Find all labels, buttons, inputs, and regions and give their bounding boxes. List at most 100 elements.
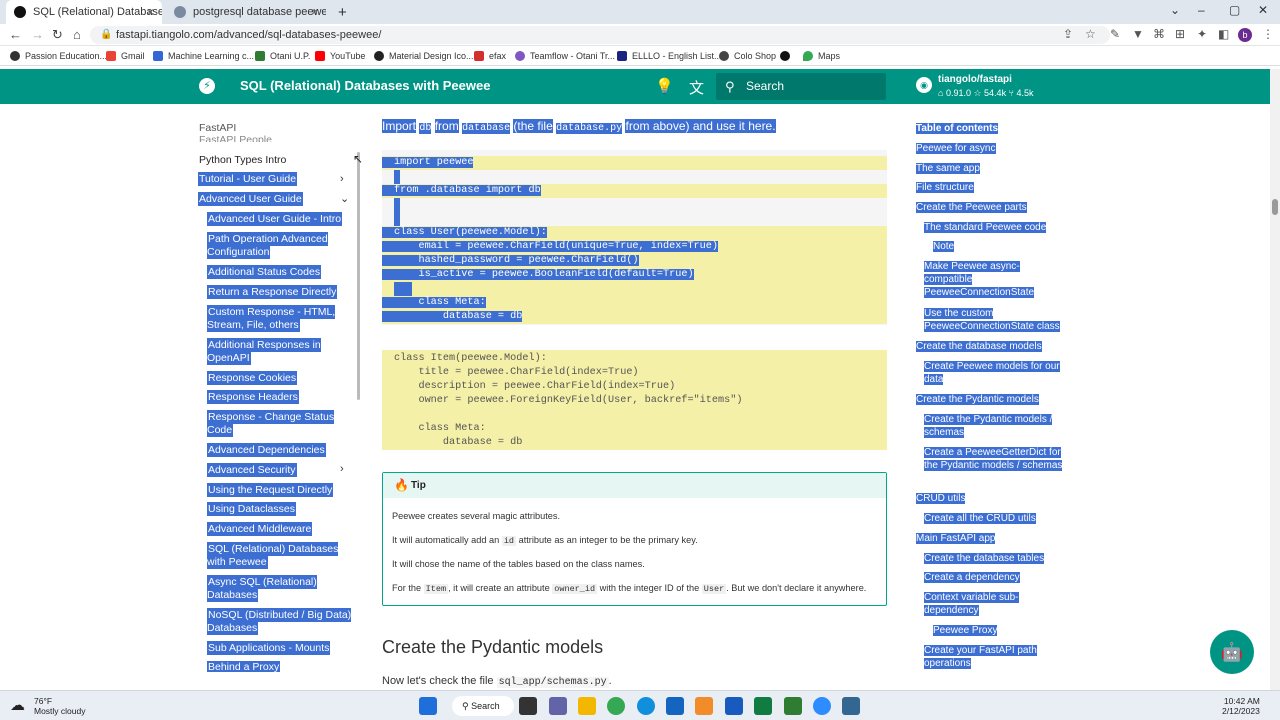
toc-item[interactable]: Note (933, 240, 955, 253)
translate-icon[interactable]: 文 (689, 77, 704, 98)
chrome-icon[interactable] (607, 697, 625, 715)
close-tab-icon[interactable]: × (147, 5, 154, 19)
toc-item[interactable]: Context variable sub-dependency (924, 591, 1034, 617)
chevron-right-icon[interactable]: › (340, 463, 344, 475)
sidebar-item-advanced-security[interactable]: Advanced Security (207, 463, 297, 477)
excel-icon[interactable] (754, 697, 772, 715)
toc-item[interactable]: Create the Peewee parts (916, 201, 1027, 214)
sidebar-item-advanced-intro[interactable]: Advanced User Guide - Intro (207, 212, 343, 226)
fastapi-logo-icon[interactable]: ⚡ (199, 78, 215, 94)
sidebar-item-additional-responses[interactable]: Additional Responses in OpenAPI (207, 338, 342, 365)
forward-icon[interactable]: → (31, 27, 44, 42)
bookmark-item[interactable]: ELLLO - English List... (617, 51, 722, 61)
toc-item[interactable]: The same app (916, 162, 980, 175)
toc-item[interactable]: File structure (916, 181, 974, 194)
back-icon[interactable]: ← (9, 27, 22, 42)
page-scrollbar[interactable] (1270, 69, 1280, 690)
sidebar-item-nosql[interactable]: NoSQL (Distributed / Big Data) Databases (207, 608, 352, 635)
toc-item[interactable]: Create Peewee models for our data (924, 360, 1066, 386)
sidebar-item-advanced-dependencies[interactable]: Advanced Dependencies (207, 443, 326, 457)
toc-item[interactable]: Create the Pydantic models / schemas (924, 413, 1066, 439)
chevron-down-icon[interactable]: ⌄ (340, 192, 349, 205)
sidebar-item-async-sql[interactable]: Async SQL (Relational) Databases (207, 575, 342, 602)
toc-item[interactable]: Create a dependency (924, 571, 1020, 584)
grid-extension-icon[interactable]: ⊞ (1175, 27, 1185, 41)
sidebar-item-request-directly[interactable]: Using the Request Directly (207, 483, 334, 497)
bookmark-item[interactable]: Material Design Ico... (374, 51, 474, 61)
taskbar-search[interactable]: ⚲ Search (452, 696, 514, 716)
close-window-icon[interactable]: ✕ (1258, 3, 1268, 17)
search-input[interactable]: ⚲ Search (716, 73, 886, 100)
sidebar-item-status-codes[interactable]: Additional Status Codes (207, 265, 322, 279)
edge-icon[interactable] (637, 697, 655, 715)
share-icon[interactable]: ⇪ (1063, 27, 1073, 41)
tab-active[interactable]: SQL (Relational) Databases with P × (6, 0, 162, 24)
app-icon[interactable] (695, 697, 713, 715)
terminal-icon[interactable] (784, 697, 802, 715)
sidebar-item-behind-proxy[interactable]: Behind a Proxy (207, 661, 281, 672)
sidebar-item-fastapi-people[interactable]: FastAPI People (198, 134, 273, 142)
reload-icon[interactable]: ↻ (52, 27, 63, 43)
bookmark-item[interactable]: YouTube (315, 51, 365, 61)
task-view-icon[interactable] (519, 697, 537, 715)
puzzle-extensions-icon[interactable]: ✦ (1197, 27, 1207, 41)
chevron-down-icon[interactable]: ⌄ (1170, 3, 1180, 17)
zoom-icon[interactable] (813, 697, 831, 715)
postgres-icon[interactable] (842, 697, 860, 715)
github-bookmark[interactable] (780, 51, 795, 61)
toc-item[interactable]: Create a PeeweeGetterDict for the Pydant… (924, 446, 1066, 472)
bookmark-item[interactable]: efax (474, 51, 506, 61)
bookmark-item[interactable]: Machine Learning c... (153, 51, 254, 61)
bookmark-item[interactable]: Colo Shop (719, 51, 776, 61)
mail-icon[interactable] (666, 697, 684, 715)
page-scrollbar-thumb[interactable] (1272, 199, 1278, 215)
file-explorer-icon[interactable] (578, 697, 596, 715)
toc-item[interactable]: Peewee Proxy (933, 624, 998, 637)
sidebar-item-custom-response[interactable]: Custom Response - HTML, Stream, File, ot… (207, 305, 342, 332)
toc-item[interactable]: Create the database models (916, 340, 1042, 353)
sidebar-item-return-response[interactable]: Return a Response Directly (207, 285, 338, 299)
toc-item[interactable]: Make Peewee async-compatible PeeweeConne… (924, 260, 1042, 299)
tab-inactive[interactable]: postgresql database peewee - Tr × (166, 0, 326, 24)
translate-extension-icon[interactable]: ⌘ (1153, 27, 1165, 41)
chat-bot-icon[interactable]: 🤖 (1210, 630, 1254, 674)
pen-extension-icon[interactable]: ✎ (1110, 27, 1120, 41)
url-input[interactable]: 🔒 fastapi.tiangolo.com/advanced/sql-data… (90, 26, 1110, 44)
bookmark-item[interactable]: Gmail (106, 51, 145, 61)
filter-extension-icon[interactable]: ▼ (1132, 27, 1144, 41)
sidebar-item-tutorial[interactable]: Tutorial - User Guide (198, 172, 298, 186)
home-icon[interactable]: ⌂ (73, 27, 81, 42)
toc-item[interactable]: Use the custom PeeweeConnectionState cla… (924, 307, 1066, 333)
sidebar-item-path-operation[interactable]: Path Operation Advanced Configuration (207, 232, 342, 259)
sidebar-item-change-status[interactable]: Response - Change Status Code (207, 410, 342, 437)
toc-item[interactable]: Create all the CRUD utils (924, 512, 1036, 525)
sidebar-item-sub-applications[interactable]: Sub Applications - Mounts (207, 641, 331, 655)
sidepanel-icon[interactable]: ◧ (1218, 27, 1229, 41)
sidebar-item-fastapi[interactable]: FastAPI (198, 122, 237, 134)
sidebar-item-response-cookies[interactable]: Response Cookies (207, 371, 298, 385)
restore-icon[interactable]: ▢ (1229, 3, 1240, 17)
sidebar-item-middleware[interactable]: Advanced Middleware (207, 522, 313, 536)
sidebar-scrollbar[interactable] (357, 152, 360, 400)
weather-widget[interactable]: 76°F Mostly cloudy (34, 696, 86, 716)
sidebar-item-python-types[interactable]: Python Types Intro (198, 154, 287, 166)
new-tab-button[interactable]: + (330, 0, 350, 24)
chevron-right-icon[interactable]: › (340, 173, 344, 185)
toc-item[interactable]: Create the database tables (924, 552, 1045, 565)
bookmark-item[interactable]: Teamflow - Otani Tr... (515, 51, 615, 61)
bookmark-item[interactable]: Maps (803, 51, 840, 61)
minimize-icon[interactable]: – (1198, 3, 1205, 17)
toc-item[interactable]: Create the Pydantic models (916, 393, 1039, 406)
sidebar-item-sql-peewee[interactable]: SQL (Relational) Databases with Peewee (207, 542, 342, 569)
toc-item[interactable]: The standard Peewee code (924, 221, 1047, 234)
bookmark-item[interactable]: Passion Education... (10, 51, 107, 61)
system-clock[interactable]: 10:42 AM 2/12/2023 (1222, 696, 1260, 716)
sidebar-item-dataclasses[interactable]: Using Dataclasses (207, 502, 296, 516)
teams-chat-icon[interactable] (549, 697, 567, 715)
lightbulb-theme-icon[interactable]: 💡 (655, 77, 674, 95)
sidebar-item-response-headers[interactable]: Response Headers (207, 390, 299, 404)
windows-start-icon[interactable] (419, 697, 437, 715)
toc-item[interactable]: Create your FastAPI path operations (924, 644, 1054, 670)
menu-kebab-icon[interactable]: ⋮ (1262, 27, 1274, 41)
toc-item[interactable]: Peewee for async (916, 142, 996, 155)
